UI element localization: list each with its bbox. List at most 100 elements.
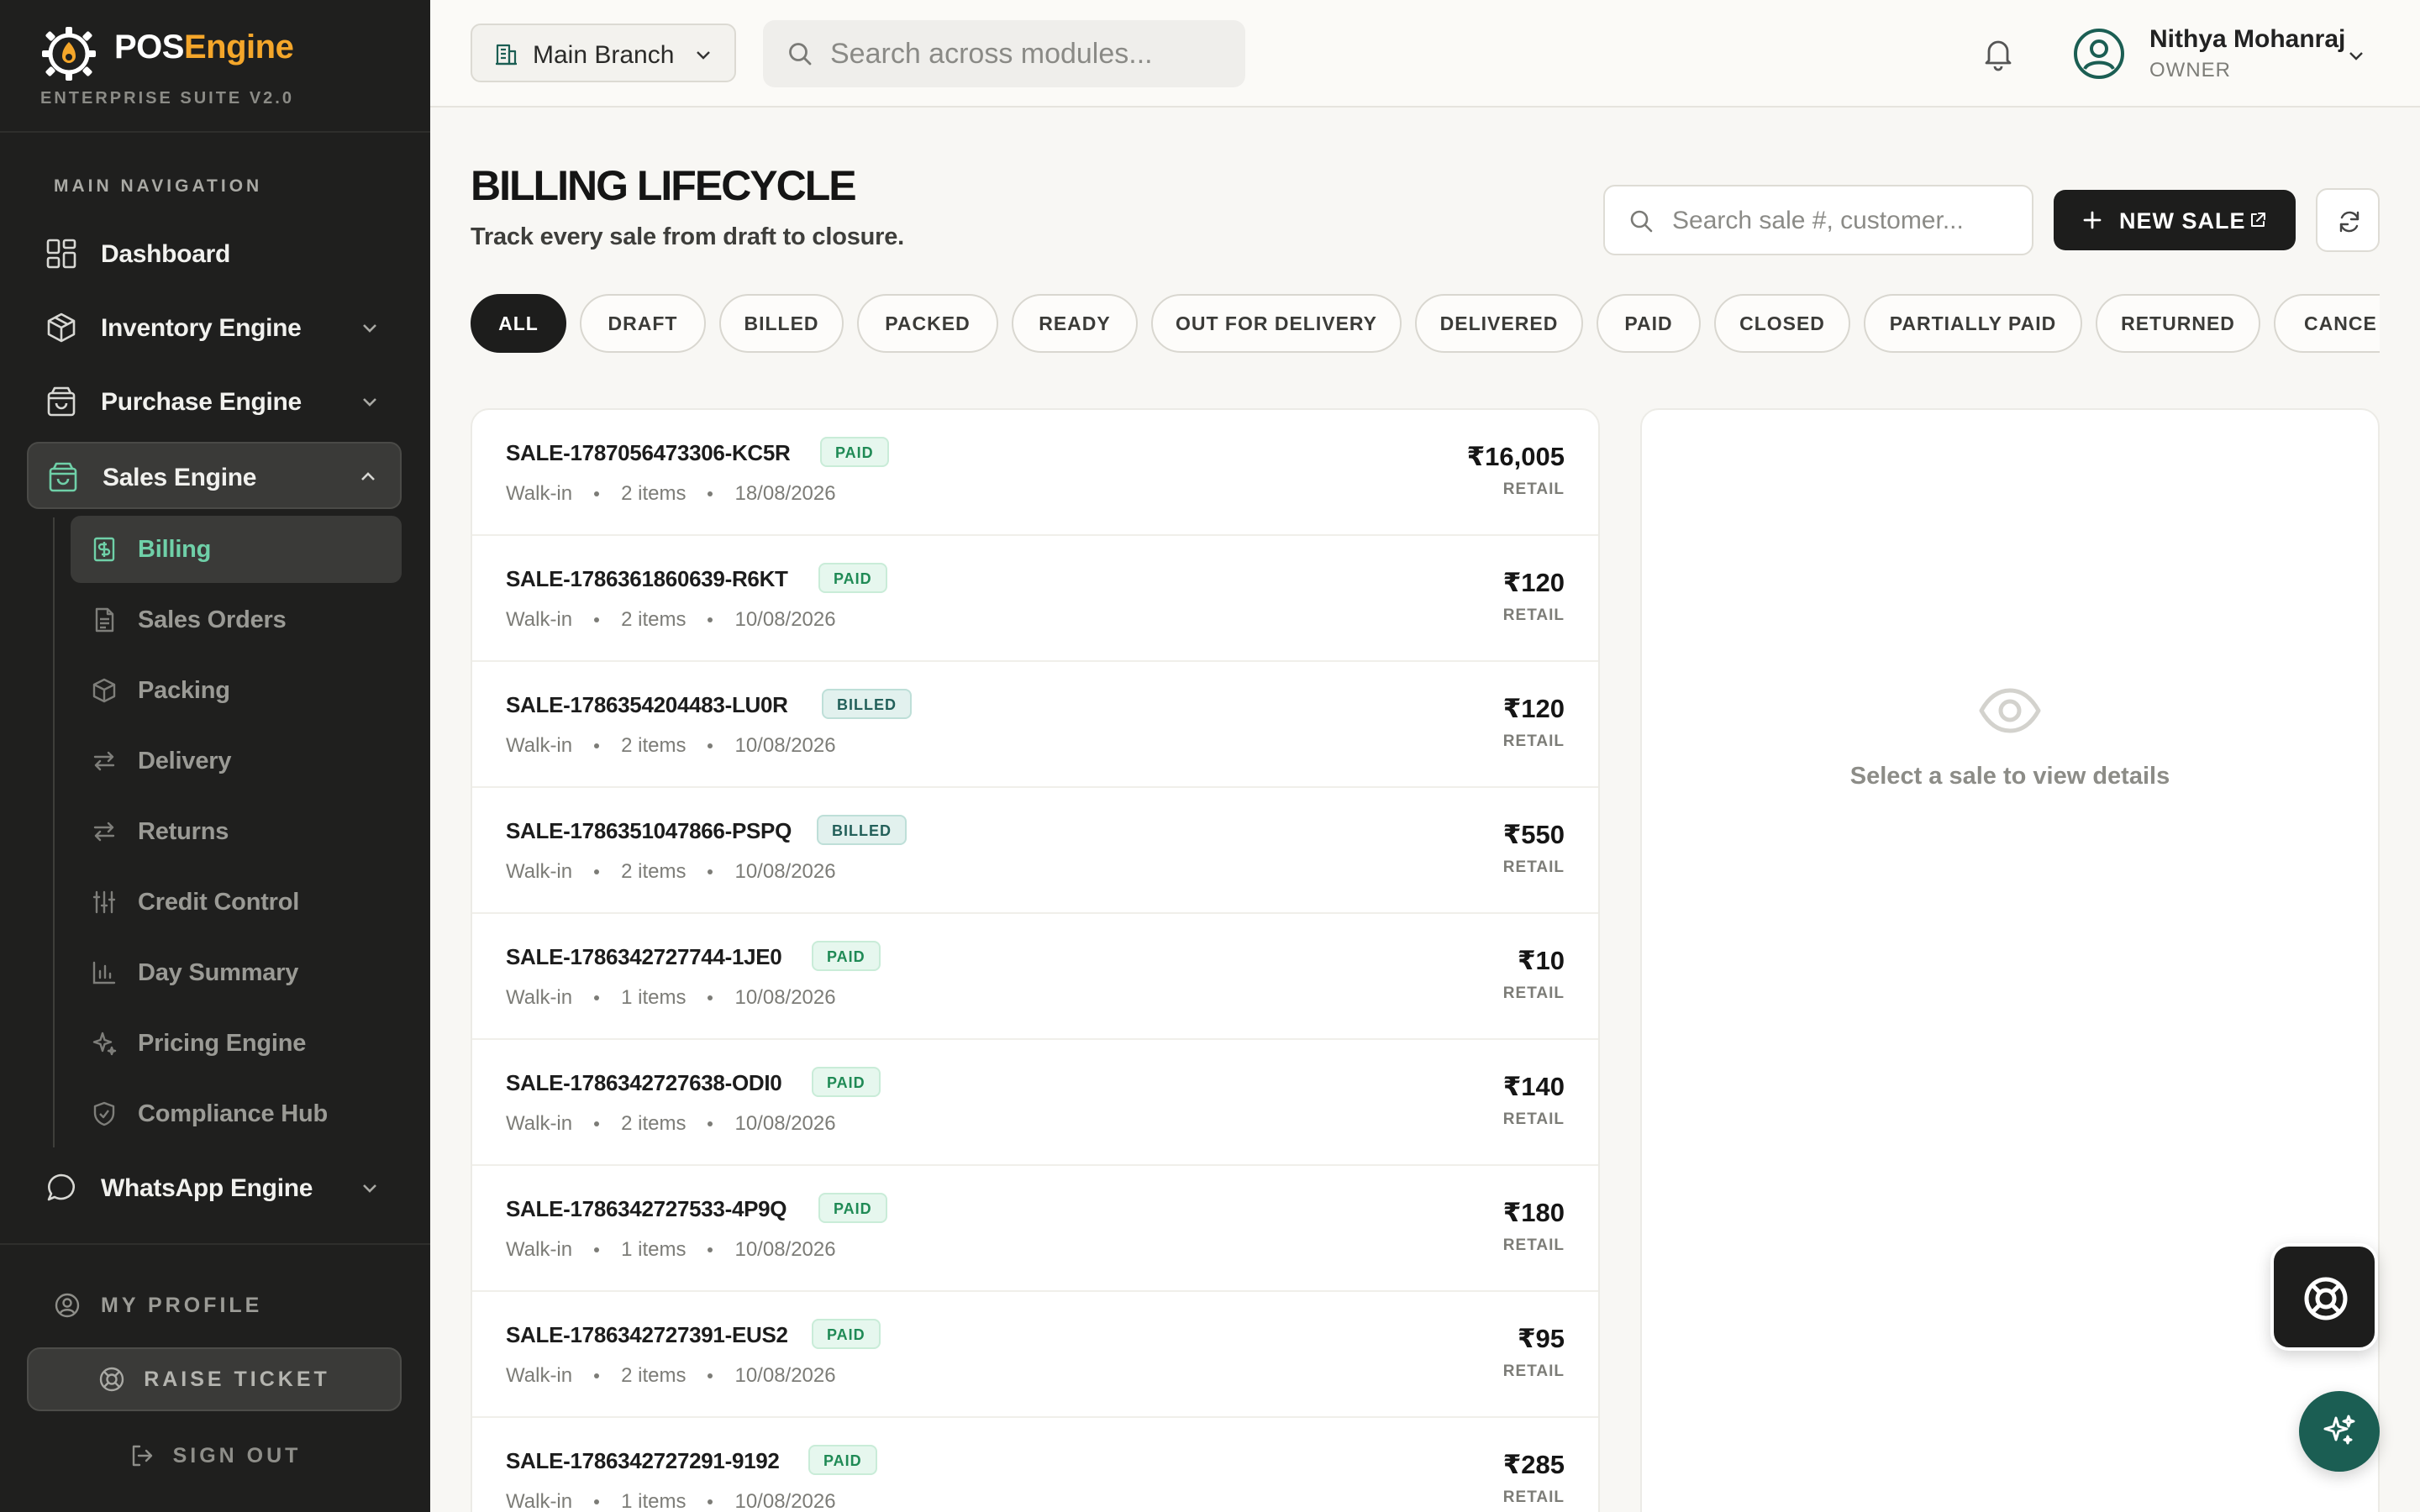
sale-type: RETAIL [1502, 732, 1565, 750]
filter-chip-cancelled[interactable]: CANCE [2274, 294, 2380, 353]
help-fab-button[interactable] [2270, 1243, 2378, 1351]
filter-chip-draft[interactable]: DRAFT [580, 294, 706, 353]
shield-icon [93, 1101, 115, 1126]
sidebar-subitem-packing[interactable]: Packing [71, 657, 402, 724]
refresh-icon [2339, 211, 2360, 233]
brand-subtitle: ENTERPRISE SUITE V2.0 [40, 89, 294, 108]
sale-customer: Walk-in [506, 608, 573, 631]
filter-chip-delivered[interactable]: DELIVERED [1415, 294, 1583, 353]
sale-search-input[interactable] [1672, 203, 2017, 239]
separator-dot [708, 1499, 713, 1504]
sidebar-subitem-day-summary[interactable]: Day Summary [71, 939, 402, 1006]
transfer-arrows-icon [93, 822, 115, 842]
sidebar-item-label: Sales Engine [103, 464, 257, 491]
sidebar-subitem-compliance-hub[interactable]: Compliance Hub [71, 1080, 402, 1147]
sidebar-item-label: Inventory Engine [101, 314, 302, 342]
app-root: POSEngine ENTERPRISE SUITE V2.0 MAIN NAV… [0, 0, 2420, 1512]
filter-chip-returned[interactable]: RETURNED [2096, 294, 2260, 353]
filter-chip-billed[interactable]: BILLED [719, 294, 844, 353]
sale-amount: ₹140 [1502, 1072, 1565, 1101]
box-icon [92, 678, 116, 703]
sale-amount: ₹95 [1517, 1324, 1565, 1353]
raise-ticket-button[interactable]: RAISE TICKET [27, 1347, 402, 1411]
sidebar-item-whatsapp-engine[interactable]: WhatsApp Engine [27, 1154, 402, 1221]
filter-chip-ready[interactable]: READY [1012, 294, 1138, 353]
sale-meta: Walk-in 2 items 10/08/2026 [506, 1112, 836, 1136]
separator-dot [708, 995, 713, 1000]
global-search-input[interactable] [830, 35, 1225, 72]
status-badge: PAID [818, 1193, 887, 1223]
sidebar-subitem-label: Pricing Engine [138, 1030, 307, 1057]
my-profile-link[interactable]: MY PROFILE [54, 1289, 262, 1322]
filter-chip-out-for-delivery[interactable]: OUT FOR DELIVERY [1151, 294, 1402, 353]
sale-type: RETAIL [1502, 1110, 1565, 1128]
new-sale-button[interactable]: NEW SALE [2054, 190, 2296, 250]
branch-selector[interactable]: Main Branch [471, 24, 736, 82]
sale-row[interactable]: SALE-1786361860639-R6KT PAID Walk-in 2 i… [472, 536, 1598, 662]
sidebar-subitem-pricing-engine[interactable]: Pricing Engine [71, 1010, 402, 1077]
sale-meta: Walk-in 1 items 10/08/2026 [506, 1238, 836, 1262]
sale-type: RETAIL [1502, 984, 1565, 1002]
sidebar-subitem-credit-control[interactable]: Credit Control [71, 869, 402, 936]
bar-chart-icon [92, 961, 116, 984]
sidebar-item-dashboard[interactable]: Dashboard [27, 220, 402, 287]
sale-customer: Walk-in [506, 1490, 573, 1512]
avatar [2074, 29, 2124, 79]
sale-row[interactable]: SALE-1786342727391-EUS2 PAID Walk-in 2 i… [472, 1292, 1598, 1418]
separator-dot [594, 1121, 600, 1126]
user-menu[interactable]: Nithya Mohanraj OWNER [2072, 22, 2391, 87]
status-badge: PAID [808, 1445, 877, 1475]
top-bar: Main Branch Nithya Mohanraj OWNER [430, 0, 2420, 108]
sign-out-label: SIGN OUT [172, 1443, 302, 1467]
sale-customer: Walk-in [506, 986, 573, 1009]
sidebar-item-purchase-engine[interactable]: Purchase Engine [27, 368, 402, 435]
sidebar-subitem-sales-orders[interactable]: Sales Orders [71, 586, 402, 654]
sale-row[interactable]: SALE-1786342727744-1JE0 PAID Walk-in 1 i… [472, 914, 1598, 1040]
search-icon [1630, 210, 1653, 233]
ai-assistant-fab-button[interactable] [2299, 1391, 2380, 1472]
transfer-arrows-icon [93, 751, 115, 771]
sidebar-item-sales-engine[interactable]: Sales Engine [27, 442, 402, 509]
sidebar-subitem-returns[interactable]: Returns [71, 798, 402, 865]
separator-dot [594, 1499, 600, 1504]
status-badge: BILLED [817, 815, 907, 845]
sidebar-subitem-delivery[interactable]: Delivery [71, 727, 402, 795]
lifebuoy-icon [99, 1367, 124, 1392]
chevron-down-icon [2349, 52, 2363, 60]
status-badge: BILLED [822, 689, 912, 719]
sale-meta: Walk-in 2 items 10/08/2026 [506, 860, 836, 884]
sale-date: 10/08/2026 [734, 1490, 836, 1512]
sale-row[interactable]: SALE-1786342727533-4P9Q PAID Walk-in 1 i… [472, 1166, 1598, 1292]
sale-row[interactable]: SALE-1786351047866-PSPQ BILLED Walk-in 2… [472, 788, 1598, 914]
sidebar-subitem-label: Sales Orders [138, 606, 287, 633]
eye-icon [1979, 688, 2041, 733]
sidebar-subitem-billing[interactable]: Billing [71, 516, 402, 583]
sale-row[interactable]: SALE-1786342727638-ODI0 PAID Walk-in 2 i… [472, 1040, 1598, 1166]
sale-row[interactable]: SALE-1786354204483-LU0R BILLED Walk-in 2… [472, 662, 1598, 788]
brand-name: POSEngine [114, 29, 294, 66]
separator-dot [594, 491, 600, 496]
notification-bell-icon[interactable] [1980, 35, 2017, 72]
sale-id: SALE-1786342727638-ODI0 [506, 1070, 782, 1095]
subnav-guide-line [53, 517, 55, 1147]
sale-row[interactable]: SALE-1787056473306-KC5R PAID Walk-in 2 i… [472, 410, 1598, 536]
filter-chip-paid[interactable]: PAID [1597, 294, 1701, 353]
sidebar-item-inventory-engine[interactable]: Inventory Engine [27, 294, 402, 361]
status-badge: PAID [812, 1067, 881, 1097]
sale-row[interactable]: SALE-1786342727291-9192 PAID Walk-in 1 i… [472, 1418, 1598, 1512]
filter-chip-packed[interactable]: PACKED [857, 294, 998, 353]
dashboard-icon [46, 239, 76, 269]
document-icon [95, 607, 114, 633]
sale-meta: Walk-in 1 items 10/08/2026 [506, 986, 836, 1010]
filter-chip-partially-paid[interactable]: PARTIALLY PAID [1864, 294, 2082, 353]
refresh-button[interactable] [2316, 188, 2380, 252]
sale-items: 1 items [621, 1238, 687, 1261]
search-icon [789, 43, 812, 66]
filter-chip-all[interactable]: ALL [471, 294, 566, 353]
sign-out-button[interactable]: SIGN OUT [0, 1435, 430, 1477]
filter-chip-closed[interactable]: CLOSED [1714, 294, 1850, 353]
sidebar-subitem-label: Returns [138, 818, 229, 845]
sale-meta: Walk-in 2 items 10/08/2026 [506, 1364, 836, 1388]
sale-items: 2 items [621, 608, 687, 631]
separator-dot [594, 617, 600, 622]
